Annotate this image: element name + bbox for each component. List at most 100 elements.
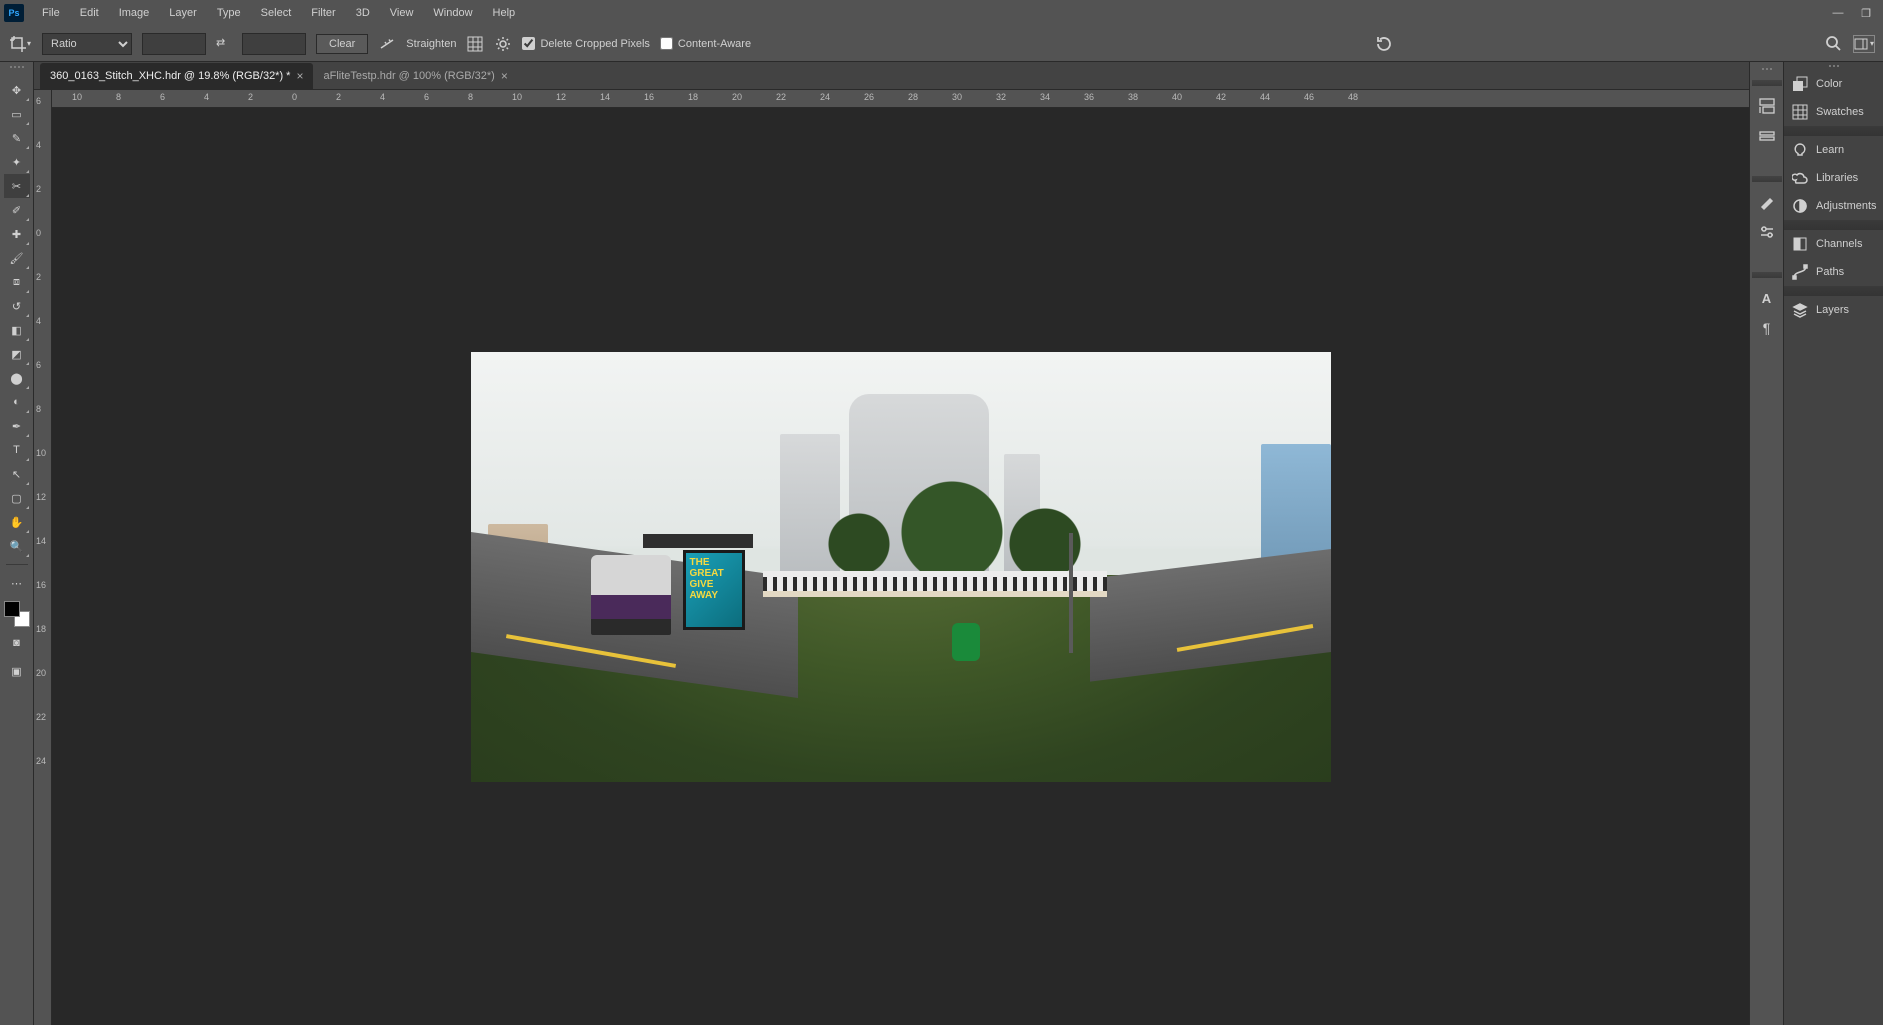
- quick-select-tool[interactable]: ✦: [4, 150, 30, 174]
- blur-tool[interactable]: ⬤: [4, 366, 30, 390]
- v-ruler-tick: 0: [36, 228, 41, 238]
- screen-mode-button[interactable]: ▣: [4, 659, 30, 683]
- menu-type[interactable]: Type: [207, 3, 251, 23]
- search-icon[interactable]: [1825, 35, 1843, 53]
- minimize-button[interactable]: —: [1831, 6, 1845, 20]
- menu-3d[interactable]: 3D: [346, 3, 380, 23]
- menu-window[interactable]: Window: [423, 3, 482, 23]
- menu-layer[interactable]: Layer: [159, 3, 207, 23]
- quick-mask-button[interactable]: ◙: [4, 631, 30, 655]
- menu-image[interactable]: Image: [109, 3, 160, 23]
- panel-label: Layers: [1816, 304, 1849, 316]
- overlay-grid-icon[interactable]: [466, 35, 484, 53]
- color-panel[interactable]: Color: [1784, 70, 1883, 98]
- foreground-color-swatch[interactable]: [4, 601, 20, 617]
- menu-filter[interactable]: Filter: [301, 3, 345, 23]
- v-ruler-tick: 20: [36, 668, 46, 678]
- dodge-tool[interactable]: ◐: [4, 390, 30, 414]
- crop-options-gear-icon[interactable]: [494, 35, 512, 53]
- character-panel-icon[interactable]: A: [1754, 286, 1780, 310]
- straighten-label[interactable]: Straighten: [406, 38, 456, 50]
- pen-tool[interactable]: ✒: [4, 414, 30, 438]
- straighten-icon[interactable]: [378, 35, 396, 53]
- window-controls: — ❐ ✕: [1831, 6, 1883, 20]
- v-ruler-tick: 2: [36, 184, 41, 194]
- menu-file[interactable]: File: [32, 3, 70, 23]
- document-tab-1[interactable]: aFliteTestp.hdr @ 100% (RGB/32*)×: [313, 63, 517, 89]
- brush-tool[interactable]: 🖌: [4, 246, 30, 270]
- vertical-ruler[interactable]: 642024681012141618202224: [34, 90, 52, 1025]
- v-ruler-tick: 4: [36, 140, 41, 150]
- menu-edit[interactable]: Edit: [70, 3, 109, 23]
- rectangle-tool[interactable]: ▢: [4, 486, 30, 510]
- aspect-ratio-select[interactable]: Ratio: [42, 33, 132, 55]
- delete-cropped-checkbox[interactable]: Delete Cropped Pixels: [522, 37, 649, 50]
- panel-dock: Color Swatches LearnLibrariesAdjustments Ch…: [1783, 62, 1883, 1025]
- adjustments-dock-icon[interactable]: [1754, 220, 1780, 244]
- adjustments-panel[interactable]: Adjustments: [1784, 192, 1883, 220]
- workspace-switcher[interactable]: ▾: [1853, 35, 1875, 53]
- marquee-tool[interactable]: ▭: [4, 102, 30, 126]
- crop-tool[interactable]: ✂: [4, 174, 30, 198]
- layers-panel[interactable]: Layers: [1784, 296, 1883, 324]
- path-select-tool[interactable]: ↖: [4, 462, 30, 486]
- libraries-panel[interactable]: Libraries: [1784, 164, 1883, 192]
- stamp-tool[interactable]: ⧈: [4, 270, 30, 294]
- v-ruler-tick: 10: [36, 448, 46, 458]
- swap-dimensions-icon[interactable]: ⇄: [216, 36, 232, 52]
- healing-tool[interactable]: ✚: [4, 222, 30, 246]
- zoom-tool[interactable]: 🔍: [4, 534, 30, 558]
- canvas-area[interactable]: THE GREAT GIVE AWAY: [52, 108, 1749, 1025]
- edit-toolbar-button[interactable]: ⋯: [4, 571, 30, 595]
- content-aware-checkbox[interactable]: Content-Aware: [660, 37, 751, 50]
- h-ruler-tick: 46: [1304, 92, 1314, 102]
- app-logo: Ps: [4, 4, 24, 22]
- close-tab-icon[interactable]: ×: [296, 69, 303, 83]
- swatches-panel-icon: [1792, 104, 1808, 120]
- properties-panel-icon[interactable]: [1754, 124, 1780, 148]
- hand-tool[interactable]: ✋: [4, 510, 30, 534]
- lasso-tool[interactable]: ✎: [4, 126, 30, 150]
- learn-panel[interactable]: Learn: [1784, 136, 1883, 164]
- h-ruler-tick: 14: [600, 92, 610, 102]
- type-tool[interactable]: T: [4, 438, 30, 462]
- h-ruler-tick: 24: [820, 92, 830, 102]
- foreground-background-colors[interactable]: [4, 601, 30, 627]
- eraser-tool[interactable]: ◧: [4, 318, 30, 342]
- maximize-button[interactable]: ❐: [1859, 6, 1873, 20]
- reset-crop-icon[interactable]: [1373, 33, 1395, 55]
- paths-panel[interactable]: Paths: [1784, 258, 1883, 286]
- active-tool-icon[interactable]: ▾: [8, 32, 32, 56]
- swatches-panel[interactable]: Swatches: [1784, 98, 1883, 126]
- crop-height-input[interactable]: [242, 33, 306, 55]
- toolbox-grip[interactable]: [7, 66, 27, 72]
- horizontal-ruler[interactable]: 1086420246810121416182022242628303234363…: [52, 90, 1749, 108]
- history-panel-icon[interactable]: [1754, 94, 1780, 118]
- crop-width-input[interactable]: [142, 33, 206, 55]
- move-tool[interactable]: ✥: [4, 78, 30, 102]
- paragraph-panel-icon[interactable]: ¶: [1754, 316, 1780, 340]
- h-ruler-tick: 44: [1260, 92, 1270, 102]
- eyedropper-tool[interactable]: ✐: [4, 198, 30, 222]
- document-image[interactable]: THE GREAT GIVE AWAY: [471, 352, 1331, 782]
- menu-help[interactable]: Help: [483, 3, 526, 23]
- h-ruler-tick: 20: [732, 92, 742, 102]
- channels-panel[interactable]: Channels: [1784, 230, 1883, 258]
- h-ruler-tick: 18: [688, 92, 698, 102]
- brush-settings-panel-icon[interactable]: [1754, 190, 1780, 214]
- menu-select[interactable]: Select: [251, 3, 302, 23]
- menu-view[interactable]: View: [380, 3, 424, 23]
- panel-label: Swatches: [1816, 106, 1864, 118]
- libraries-panel-icon: [1792, 170, 1808, 186]
- h-ruler-tick: 36: [1084, 92, 1094, 102]
- panel-label: Color: [1816, 78, 1842, 90]
- history-brush-tool[interactable]: ↺: [4, 294, 30, 318]
- channels-panel-icon: [1792, 236, 1808, 252]
- panel-label: Channels: [1816, 238, 1862, 250]
- gradient-tool[interactable]: ◩: [4, 342, 30, 366]
- clear-button[interactable]: Clear: [316, 34, 368, 54]
- close-tab-icon[interactable]: ×: [501, 69, 508, 83]
- color-panel-icon: [1792, 76, 1808, 92]
- document-tab-0[interactable]: 360_0163_Stitch_XHC.hdr @ 19.8% (RGB/32*…: [40, 63, 313, 89]
- h-ruler-tick: 16: [644, 92, 654, 102]
